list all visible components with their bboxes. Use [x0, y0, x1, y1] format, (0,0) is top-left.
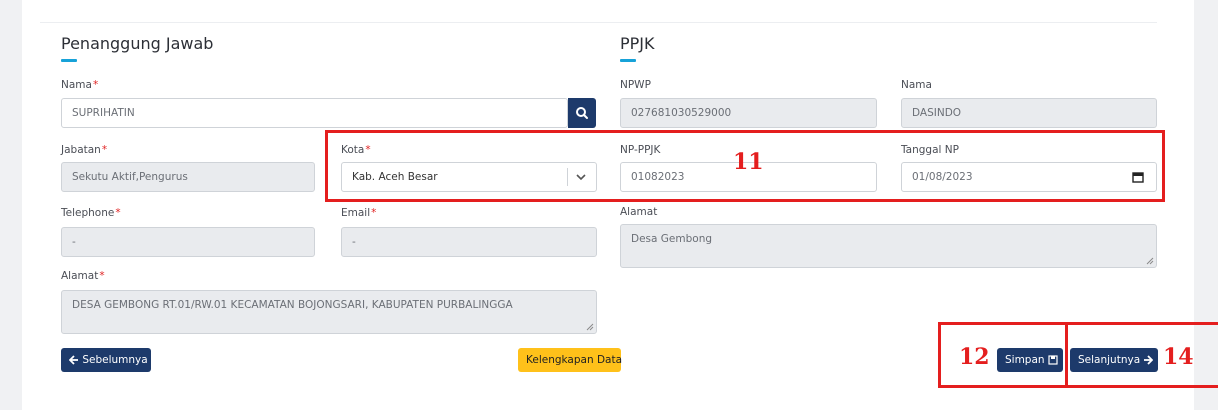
ppjk-name-label: Nama: [901, 79, 932, 91]
email-field: -: [341, 227, 597, 257]
resize-handle-icon[interactable]: [586, 323, 594, 331]
ppjk-address-textarea: Desa Gembong: [620, 224, 1157, 268]
next-button[interactable]: Selanjutnya: [1070, 348, 1158, 372]
position-label: Jabatan*: [61, 144, 108, 156]
address-text: DESA GEMBONG RT.01/RW.01 KECAMATAN BOJON…: [72, 299, 513, 311]
search-icon: [576, 107, 588, 119]
section-title-responsible: Penanggung Jawab: [61, 34, 214, 53]
previous-button[interactable]: Sebelumnya: [61, 348, 151, 372]
resize-handle-icon[interactable]: [1146, 257, 1154, 265]
annotation-box-12: [938, 322, 1068, 388]
phone-label: Telephone*: [61, 207, 121, 219]
section-underline: [620, 59, 636, 62]
address-label: Alamat*: [61, 270, 105, 282]
annotation-number-12: 12: [959, 344, 990, 370]
address-textarea: DESA GEMBONG RT.01/RW.01 KECAMATAN BOJON…: [61, 290, 597, 334]
annotation-number-11: 11: [733, 149, 764, 175]
required-mark: *: [92, 79, 99, 91]
section-title-ppjk: PPJK: [620, 34, 655, 53]
arrow-right-icon: [1144, 355, 1154, 365]
ppjk-address-text: Desa Gembong: [631, 233, 713, 245]
completeness-button[interactable]: Kelengkapan Data: [518, 348, 622, 372]
section-underline: [61, 59, 77, 62]
phone-field: -: [61, 227, 315, 257]
annotation-line-14-top: [1065, 322, 1218, 325]
npwp-label: NPWP: [620, 79, 651, 91]
position-field: Sekutu Aktif,Pengurus: [61, 162, 315, 192]
divider: [40, 22, 1157, 23]
search-button[interactable]: [568, 98, 596, 128]
annotation-line-14-bottom: [1065, 385, 1218, 388]
next-button-label: Selanjutnya: [1078, 354, 1141, 366]
arrow-left-icon: [69, 355, 78, 365]
email-label: Email*: [341, 207, 377, 219]
name-label: Nama*: [61, 79, 99, 91]
name-input[interactable]: SUPRIHATIN: [61, 98, 568, 128]
annotation-number-14: 14: [1163, 344, 1194, 370]
previous-button-label: Sebelumnya: [82, 354, 148, 366]
npwp-field: 027681030529000: [620, 98, 877, 128]
ppjk-name-field: DASINDO: [901, 98, 1157, 128]
ppjk-address-label: Alamat: [620, 206, 658, 218]
